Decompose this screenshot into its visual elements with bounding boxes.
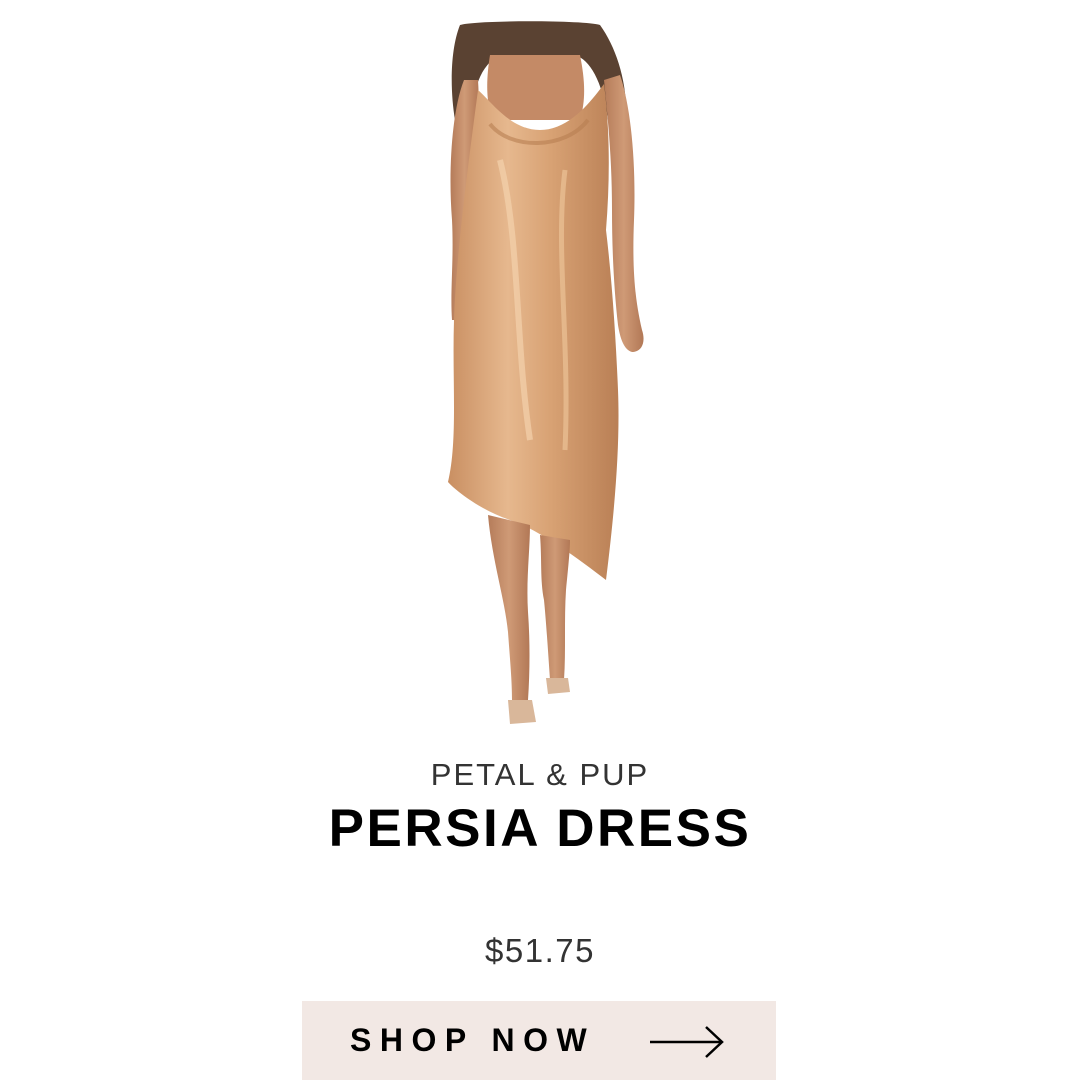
product-photo[interactable] (380, 20, 700, 735)
product-price: $51.75 (485, 932, 595, 969)
brand-name: PETAL & PUP (430, 757, 650, 792)
shop-now-label: SHOP NOW (350, 1022, 596, 1058)
product-title[interactable]: PERSIA DRESS (0, 798, 1080, 859)
arrow-right-icon (650, 1025, 726, 1059)
shop-now-button[interactable]: SHOP NOW (302, 1001, 776, 1080)
